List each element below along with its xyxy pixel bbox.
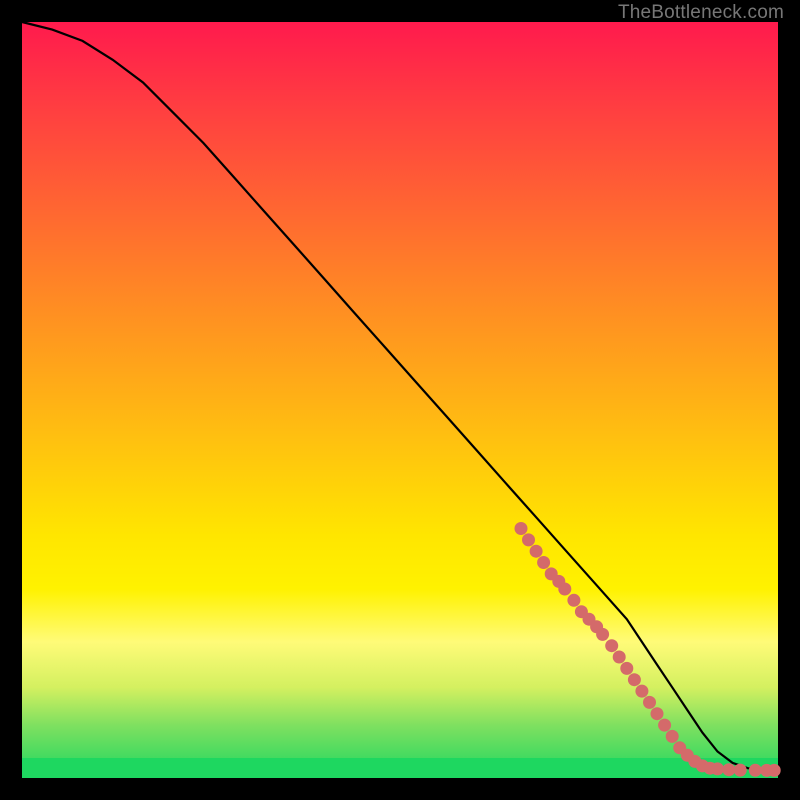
chart-stage: TheBottleneck.com [0, 0, 800, 800]
marker-dot [643, 696, 656, 709]
marker-dot [658, 719, 671, 732]
watermark-text: TheBottleneck.com [618, 2, 784, 24]
marker-dot [613, 651, 626, 664]
marker-dot [711, 762, 724, 775]
marker-dot [666, 730, 679, 743]
marker-dot [530, 545, 543, 558]
marker-dot [537, 556, 550, 569]
marker-dot [522, 533, 535, 546]
marker-dot [722, 763, 735, 776]
marker-dot [651, 707, 664, 720]
marker-dot [628, 673, 641, 686]
marker-dot [734, 764, 747, 777]
marker-dot [567, 594, 580, 607]
marker-dot [605, 639, 618, 652]
marker-dot [749, 764, 762, 777]
marker-dot [768, 764, 781, 777]
plot-overlay [22, 22, 778, 778]
marker-dot [620, 662, 633, 675]
main-curve [22, 22, 778, 770]
marker-dot [558, 583, 571, 596]
marker-dot [596, 628, 609, 641]
marker-dot [515, 522, 528, 535]
marker-dot [635, 685, 648, 698]
